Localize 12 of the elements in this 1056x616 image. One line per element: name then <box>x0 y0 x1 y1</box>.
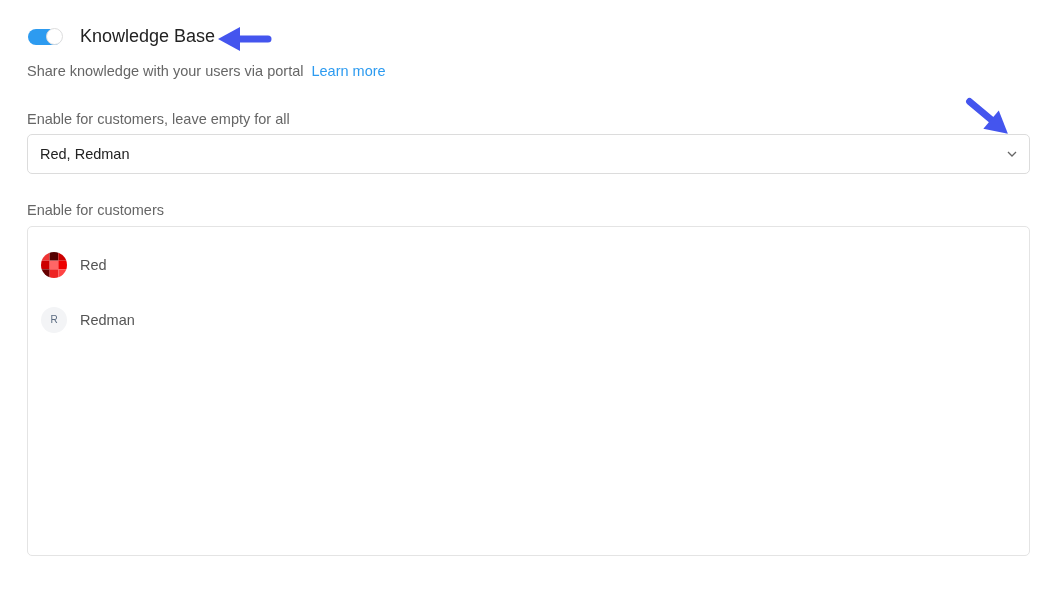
avatar-initial: R <box>41 306 67 333</box>
section-title: Knowledge Base <box>80 26 216 47</box>
description-text: Share knowledge with your users via portal <box>27 63 304 79</box>
list-label: Enable for customers <box>27 202 165 218</box>
arrow-icon <box>216 24 272 54</box>
field-label: Enable for customers, leave empty for all <box>27 111 291 127</box>
customer-name: Red <box>80 256 107 273</box>
avatar-icon <box>41 251 67 278</box>
chevron-down-icon <box>1007 151 1017 157</box>
toggle-switch[interactable] <box>28 28 62 45</box>
customer-name: Redman <box>80 311 135 328</box>
customer-select[interactable]: Red, Redman <box>27 134 1030 174</box>
